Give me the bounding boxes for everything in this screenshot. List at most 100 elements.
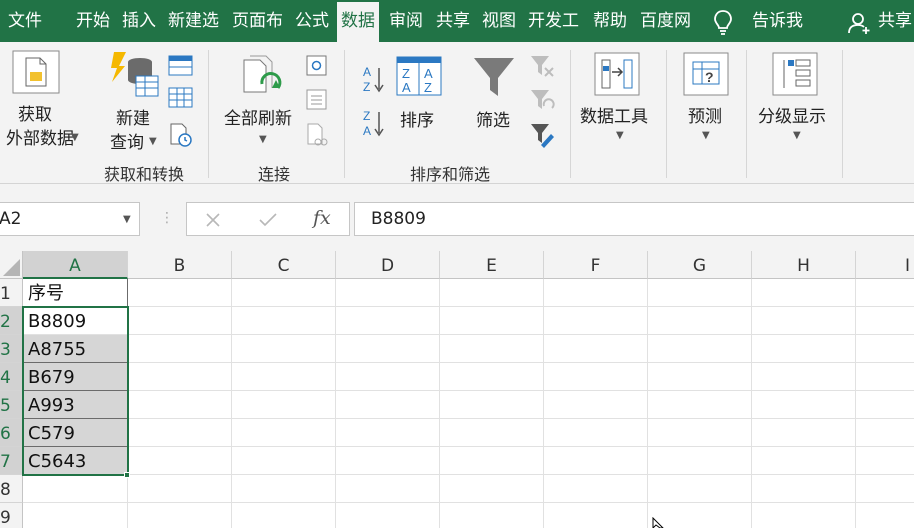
show-queries-icon[interactable]: [168, 86, 194, 110]
name-box[interactable]: A2 ▼: [0, 202, 140, 236]
insert-function-icon[interactable]: fx: [313, 207, 331, 229]
refresh-all-label: 全部刷新: [224, 109, 292, 129]
drag-handle-icon[interactable]: ⋮: [160, 210, 174, 226]
name-box-value: A2: [0, 209, 22, 229]
share-button[interactable]: 共享: [878, 0, 912, 42]
external-data-icon: [12, 50, 60, 94]
cell-a3[interactable]: A8755: [23, 335, 128, 363]
tab-home[interactable]: 开始: [76, 0, 110, 42]
svg-text:A: A: [424, 66, 433, 81]
column-header-f[interactable]: F: [544, 251, 648, 279]
sort-ascending-icon[interactable]: A Z: [362, 64, 386, 94]
row-header-3[interactable]: 3: [0, 335, 23, 363]
cell-a4[interactable]: B679: [23, 363, 128, 391]
tab-data[interactable]: 数据: [337, 2, 379, 42]
cell-a2[interactable]: B8809: [23, 307, 128, 335]
ribbon-separator: [842, 50, 843, 178]
sort-label: 排序: [400, 111, 434, 131]
mouse-cursor-icon: [652, 517, 664, 528]
column-header-h[interactable]: H: [752, 251, 856, 279]
row-header-1[interactable]: 1: [0, 279, 23, 307]
row-header-2[interactable]: 2: [0, 307, 23, 335]
from-table-icon[interactable]: [168, 54, 194, 78]
new-query-icon: [111, 52, 159, 97]
cell-a1[interactable]: 序号: [23, 279, 128, 307]
row-header-8[interactable]: 8: [0, 475, 23, 503]
advanced-filter-icon[interactable]: [529, 122, 555, 148]
svg-text:A: A: [363, 124, 371, 138]
chevron-down-icon: ▼: [149, 136, 157, 147]
tab-insert[interactable]: 插入: [122, 0, 156, 42]
edit-links-icon[interactable]: [305, 122, 329, 148]
grid-line: [231, 279, 232, 528]
grid-line: [23, 390, 914, 391]
grid-line: [23, 502, 914, 503]
tab-share[interactable]: 共享: [436, 0, 470, 42]
filter-funnel-icon: [474, 58, 514, 96]
clear-filter-icon[interactable]: [529, 54, 555, 80]
data-tools-label: 数据工具: [580, 107, 648, 127]
outline-group-icon: [772, 52, 818, 96]
person-add-icon[interactable]: [848, 11, 872, 35]
group-label-sort-filter: 排序和筛选: [410, 165, 491, 184]
tab-help[interactable]: 帮助: [593, 0, 627, 42]
row-header-5[interactable]: 5: [0, 391, 23, 419]
tab-new-select[interactable]: 新建选: [168, 0, 219, 42]
enter-check-icon[interactable]: [259, 212, 277, 228]
grid-line: [23, 306, 914, 307]
cell-a8[interactable]: [23, 475, 128, 503]
ribbon-tab-bar: 文件 开始 插入 新建选 页面布 公式 数据 审阅 共享 视图 开发工 帮助 百…: [0, 0, 914, 42]
select-all-button[interactable]: [0, 251, 23, 279]
reapply-filter-icon[interactable]: [529, 88, 555, 114]
worksheet-grid: A B C D E F G H I 1 2 3 4 5 6 7 8 9 序号 B…: [0, 251, 914, 528]
sort-descending-icon[interactable]: Z A: [362, 108, 386, 138]
outline-label: 分级显示: [758, 107, 826, 127]
chevron-down-icon: ▼: [616, 130, 624, 141]
row-header-7[interactable]: 7: [0, 447, 23, 475]
formula-bar: A2 ▼ ⋮ fx B8809: [0, 184, 914, 251]
column-header-i[interactable]: I: [856, 251, 914, 279]
tab-formulas[interactable]: 公式: [295, 0, 329, 42]
ribbon-separator: [570, 50, 571, 178]
column-header-d[interactable]: D: [336, 251, 440, 279]
row-header-6[interactable]: 6: [0, 419, 23, 447]
fill-handle[interactable]: [124, 472, 130, 478]
lightbulb-icon[interactable]: [712, 9, 734, 35]
tab-review[interactable]: 审阅: [389, 0, 423, 42]
column-header-g[interactable]: G: [648, 251, 752, 279]
properties-icon[interactable]: [305, 88, 329, 112]
excel-window: 文件 开始 插入 新建选 页面布 公式 数据 审阅 共享 视图 开发工 帮助 百…: [0, 0, 914, 528]
get-data-label-2: 外部数据: [6, 129, 74, 149]
column-header-e[interactable]: E: [440, 251, 544, 279]
what-if-analysis-icon: ?: [683, 52, 729, 96]
grid-line: [23, 334, 914, 335]
tab-page-layout[interactable]: 页面布: [232, 0, 283, 42]
sort-dialog-icon: Z A A Z: [396, 56, 442, 96]
connections-icon[interactable]: [305, 54, 329, 78]
ribbon-separator: [208, 50, 209, 178]
cell-a7[interactable]: C5643: [23, 447, 128, 475]
tell-me-search[interactable]: 告诉我: [752, 0, 803, 42]
tab-developer[interactable]: 开发工: [528, 0, 579, 42]
tab-baidu[interactable]: 百度网: [640, 0, 691, 42]
cell-a5[interactable]: A993: [23, 391, 128, 419]
cell-a6[interactable]: C579: [23, 419, 128, 447]
chevron-down-icon: ▼: [702, 130, 710, 141]
formula-input[interactable]: B8809: [354, 202, 914, 236]
grid-line: [23, 362, 914, 363]
recent-sources-icon[interactable]: [168, 122, 194, 148]
column-header-c[interactable]: C: [232, 251, 336, 279]
tab-file[interactable]: 文件: [8, 0, 42, 42]
cell-a9[interactable]: [23, 503, 128, 528]
formula-value: B8809: [371, 209, 426, 229]
tab-view[interactable]: 视图: [482, 0, 516, 42]
data-tools-icon: [594, 52, 640, 96]
column-header-b[interactable]: B: [128, 251, 232, 279]
cancel-icon[interactable]: [205, 212, 221, 228]
column-header-a[interactable]: A: [23, 251, 128, 279]
row-header-9[interactable]: 9: [0, 503, 23, 528]
filter-label: 筛选: [476, 111, 510, 131]
grid-line: [439, 279, 440, 528]
chevron-down-icon[interactable]: ▼: [123, 214, 131, 225]
row-header-4[interactable]: 4: [0, 363, 23, 391]
